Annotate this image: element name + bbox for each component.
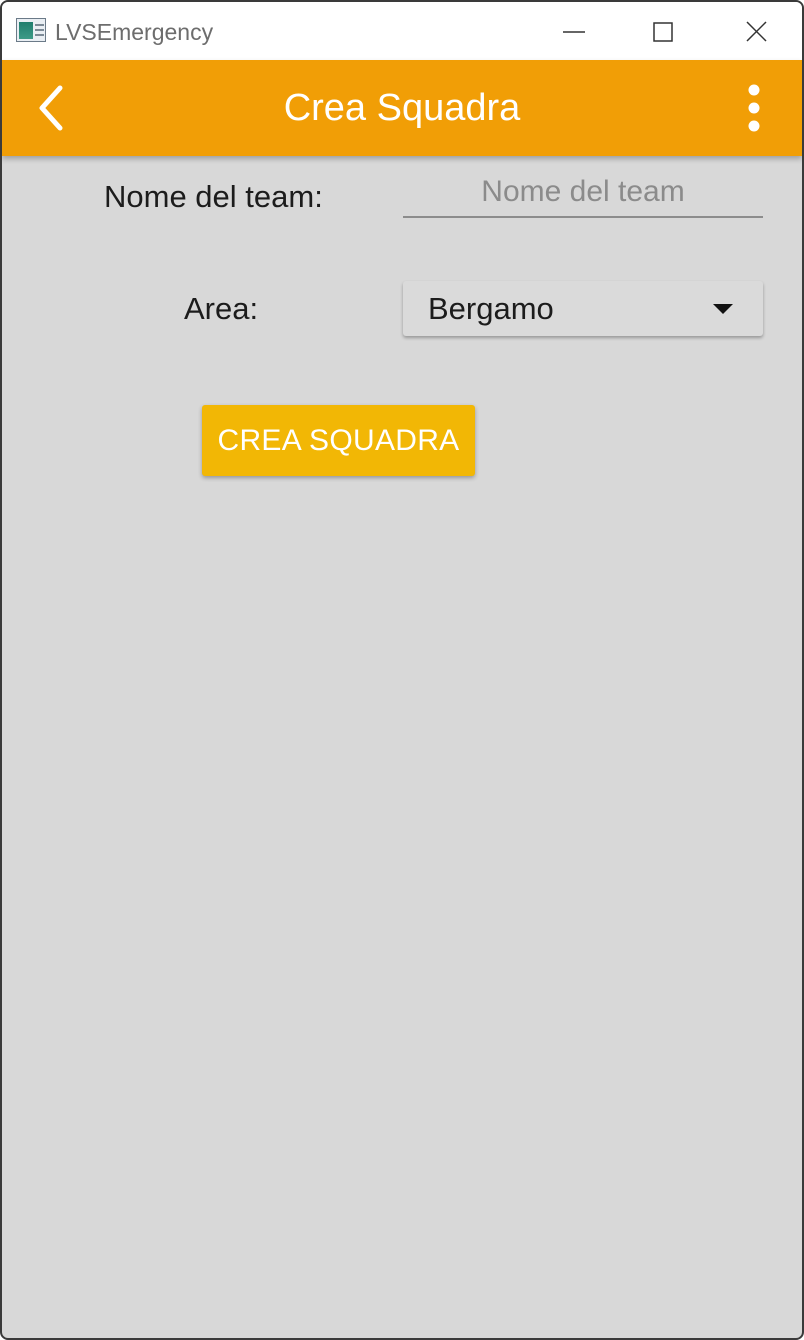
team-name-label: Nome del team:	[104, 179, 323, 214]
caret-down-icon	[713, 304, 733, 314]
create-team-button[interactable]: CREA SQUADRA	[202, 405, 475, 476]
window-title: LVSEmergency	[55, 19, 214, 45]
area-dropdown[interactable]: Bergamo	[403, 281, 763, 336]
back-button[interactable]	[32, 84, 72, 132]
area-label: Area:	[184, 291, 259, 326]
app-icon	[16, 18, 46, 42]
chevron-left-icon	[39, 85, 63, 131]
overflow-menu-button[interactable]	[738, 84, 770, 134]
close-icon	[746, 21, 767, 42]
more-vertical-icon	[748, 84, 760, 132]
app-bar: Crea Squadra	[2, 60, 802, 156]
app-window: LVSEmergency Crea Squadra Nome del team:…	[0, 0, 804, 1340]
maximize-icon	[653, 22, 673, 42]
area-selected-value: Bergamo	[428, 291, 554, 326]
page-title: Crea Squadra	[283, 87, 521, 129]
close-button[interactable]	[735, 14, 779, 50]
minimize-icon	[563, 31, 585, 33]
team-name-input[interactable]	[403, 168, 763, 218]
minimize-button[interactable]	[552, 14, 596, 50]
window-titlebar[interactable]: LVSEmergency	[2, 2, 802, 60]
maximize-button[interactable]	[642, 14, 686, 50]
